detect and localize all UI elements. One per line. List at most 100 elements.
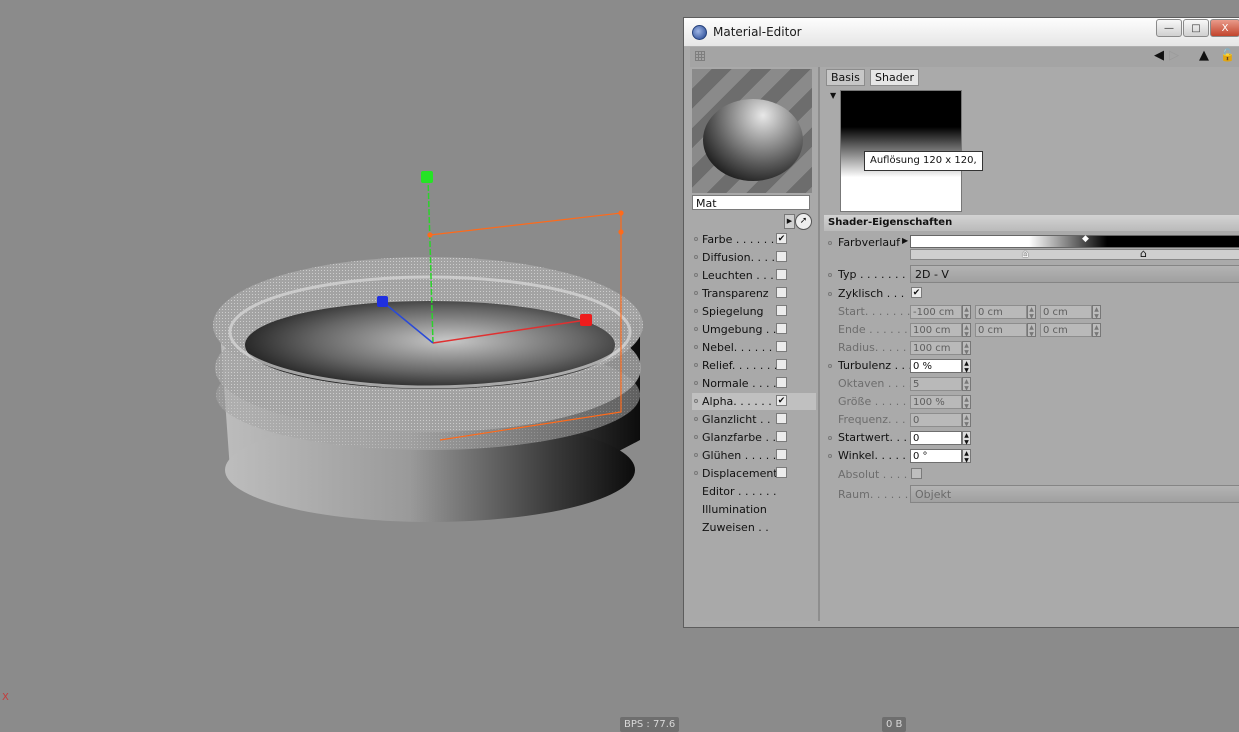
keyframe-dot-icon[interactable] [828, 454, 832, 458]
absolut-checkbox[interactable] [911, 468, 922, 479]
oktaven-field[interactable]: 5 [910, 377, 962, 391]
channel-checkbox[interactable] [776, 305, 787, 316]
spinner-icon[interactable]: ▲ ▼ [1092, 323, 1101, 338]
channel-checkbox[interactable] [776, 251, 787, 262]
gradient-knot-track[interactable] [910, 249, 1239, 260]
channel-item[interactable]: Editor . . . . . . [692, 483, 816, 500]
radius-field[interactable]: 100 cm [910, 341, 962, 355]
channel-item[interactable]: Glanzfarbe . . [692, 429, 816, 446]
tab-basis[interactable]: Basis [826, 69, 865, 86]
cylinder-object[interactable] [213, 257, 643, 522]
lock-icon[interactable]: 🔓 [1220, 48, 1235, 62]
frequenz-field[interactable]: 0 [910, 413, 962, 427]
zyklisch-checkbox[interactable]: ✔ [911, 287, 922, 298]
channel-item[interactable]: Normale . . . . [692, 375, 816, 392]
ende-y-field[interactable]: 0 cm [975, 323, 1027, 337]
turbulenz-field[interactable]: 0 % [910, 359, 962, 373]
channel-label: Normale . . . . [702, 377, 777, 390]
channel-label: Editor . . . . . . [702, 485, 777, 498]
channel-item[interactable]: Glanzlicht . . [692, 411, 816, 428]
typ-dropdown[interactable]: 2D - V [910, 265, 1239, 283]
up-arrow-icon[interactable]: ▲ [1199, 48, 1209, 63]
channel-label: Spiegelung [702, 305, 764, 318]
spinner-icon[interactable]: ▲ ▼ [962, 413, 971, 428]
gradient-bar[interactable] [910, 235, 1239, 248]
ende-z-field[interactable]: 0 cm [1040, 323, 1092, 337]
preview-tooltip: Auflösung 120 x 120, [864, 151, 983, 171]
window-titlebar[interactable]: Material-Editor — □ X [684, 18, 1239, 47]
channel-checkbox[interactable] [776, 377, 787, 388]
channel-item[interactable]: Glühen . . . . . [692, 447, 816, 464]
start-y-field[interactable]: 0 cm [975, 305, 1027, 319]
channel-checkbox[interactable] [776, 467, 787, 478]
material-name-field[interactable]: Mat [692, 195, 810, 210]
keyframe-dot-icon[interactable] [828, 241, 832, 245]
back-arrow-icon[interactable]: ◀ [1154, 48, 1164, 63]
preview-menu-arrow-icon[interactable]: ▶ [784, 214, 795, 229]
raum-dropdown[interactable]: Objekt [910, 485, 1239, 503]
channel-item[interactable]: Transparenz [692, 285, 816, 302]
spinner-icon[interactable]: ▲ ▼ [962, 323, 971, 338]
channel-item[interactable]: Leuchten . . . . [692, 267, 816, 284]
channel-item[interactable]: Illumination [692, 501, 816, 518]
channel-checkbox[interactable] [776, 449, 787, 460]
maximize-button[interactable]: □ [1183, 19, 1209, 37]
material-preview[interactable] [692, 69, 812, 193]
channel-item[interactable]: Nebel. . . . . . . [692, 339, 816, 356]
spinner-icon[interactable]: ▲ ▼ [962, 341, 971, 356]
keyframe-dot-icon[interactable] [828, 364, 832, 368]
spinner-icon[interactable]: ▲ ▼ [1027, 305, 1036, 320]
spinner-icon[interactable]: ▲ ▼ [962, 305, 971, 320]
channel-checkbox[interactable] [776, 269, 787, 280]
channel-item[interactable]: Relief. . . . . . . [692, 357, 816, 374]
spinner-icon[interactable]: ▲ ▼ [962, 377, 971, 392]
channel-item[interactable]: Farbe . . . . . . . ✔ [692, 231, 816, 248]
channel-checkbox[interactable] [776, 323, 787, 334]
spinner-icon[interactable]: ▲ ▼ [962, 449, 971, 464]
spinner-icon[interactable]: ▲ ▼ [962, 359, 971, 374]
z-axis-handle[interactable] [377, 296, 388, 307]
keyframe-dot-icon[interactable] [828, 436, 832, 440]
channel-checkbox[interactable]: ✔ [776, 395, 787, 406]
channel-item[interactable]: Displacement [692, 465, 816, 482]
picker-cursor-icon[interactable]: ➚ [795, 213, 812, 230]
tab-shader[interactable]: Shader [870, 69, 919, 86]
channel-checkbox[interactable] [776, 341, 787, 352]
gradient-knot-white-icon[interactable]: ⌂ [1022, 247, 1029, 260]
keyframe-dot-icon[interactable] [828, 273, 832, 277]
spinner-icon[interactable]: ▲ ▼ [962, 431, 971, 446]
start-x-field[interactable]: -100 cm [910, 305, 962, 319]
spinner-icon[interactable]: ▲ ▼ [1092, 305, 1101, 320]
channel-checkbox[interactable] [776, 359, 787, 370]
spinner-icon[interactable]: ▲ ▼ [962, 395, 971, 410]
preview-collapse-icon[interactable]: ▼ [830, 91, 836, 100]
channel-checkbox[interactable] [776, 287, 787, 298]
channel-checkbox[interactable] [776, 413, 787, 424]
channel-checkbox[interactable] [776, 431, 787, 442]
expand-arrow-icon[interactable]: ▶ [902, 236, 908, 245]
gradient-knot-black-icon[interactable]: ⌂ [1140, 247, 1147, 260]
toolbar-grip-icon[interactable] [695, 51, 705, 61]
channel-item[interactable]: Alpha. . . . . . . ✔ [692, 393, 816, 410]
startwert-field[interactable]: 0 [910, 431, 962, 445]
window-title: Material-Editor [713, 25, 802, 39]
close-button[interactable]: X [1210, 19, 1239, 37]
channel-item[interactable]: Diffusion. . . . [692, 249, 816, 266]
y-axis-handle[interactable] [421, 171, 433, 183]
keyframe-dot-icon[interactable] [828, 292, 832, 296]
winkel-field[interactable]: 0 ° [910, 449, 962, 463]
spinner-icon[interactable]: ▲ ▼ [1027, 323, 1036, 338]
groesse-field[interactable]: 100 % [910, 395, 962, 409]
channel-item[interactable]: Zuweisen . . [692, 519, 816, 536]
channel-label: Alpha. . . . . . . [702, 395, 779, 408]
ende-x-field[interactable]: 100 cm [910, 323, 962, 337]
x-axis-handle[interactable] [580, 314, 592, 326]
minimize-button[interactable]: — [1156, 19, 1182, 37]
channel-item[interactable]: Umgebung . . [692, 321, 816, 338]
start-z-field[interactable]: 0 cm [1040, 305, 1092, 319]
channel-checkbox[interactable]: ✔ [776, 233, 787, 244]
channel-item[interactable]: Spiegelung [692, 303, 816, 320]
channel-dot-icon [694, 435, 698, 439]
forward-arrow-icon[interactable]: ▷ [1169, 48, 1179, 63]
gradient-interpolation-knot-icon[interactable]: ◆ [1082, 234, 1089, 244]
